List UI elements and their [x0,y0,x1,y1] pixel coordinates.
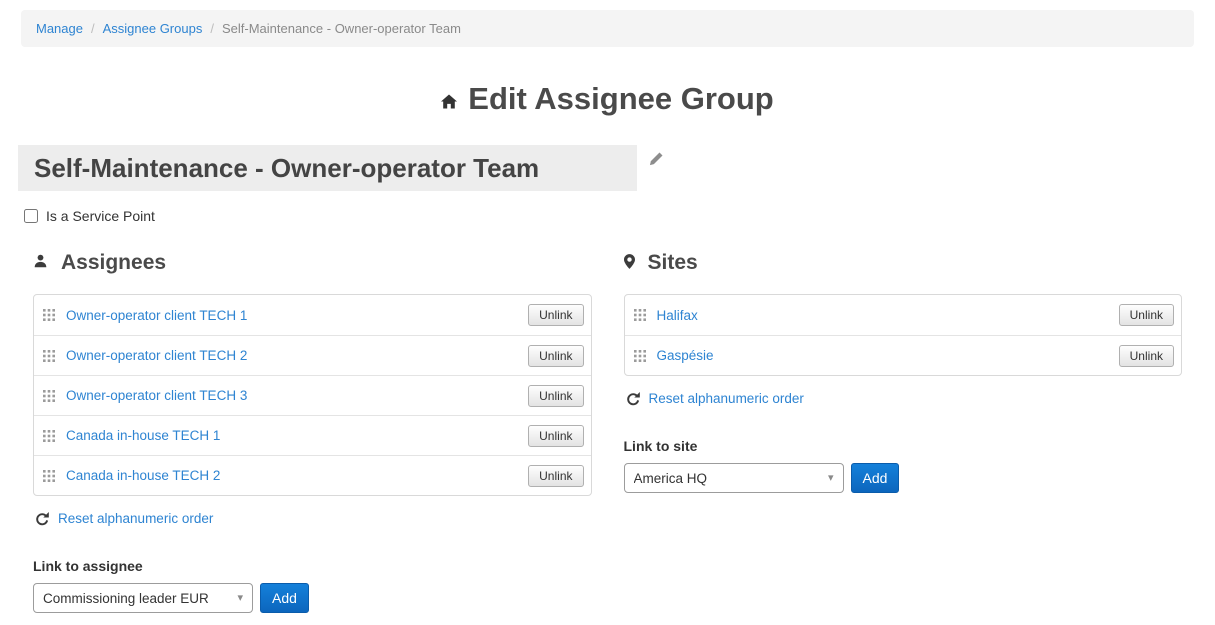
row-link[interactable]: Canada in-house TECH 2 [66,468,528,483]
unlink-button[interactable]: Unlink [528,385,583,407]
service-point-row: Is a Service Point [24,208,1215,224]
list-item: Halifax Unlink [625,295,1182,335]
unlink-button[interactable]: Unlink [528,465,583,487]
list-item: Owner-operator client TECH 3 Unlink [34,375,591,415]
page-title-text: Edit Assignee Group [468,81,773,116]
page-title: Edit Assignee Group [0,81,1215,117]
refresh-icon [35,512,49,526]
breadcrumb-current: Self-Maintenance - Owner-operator Team [222,21,461,36]
breadcrumb-separator: / [91,21,95,36]
row-link[interactable]: Halifax [657,308,1119,323]
row-link[interactable]: Owner-operator client TECH 2 [66,348,528,363]
breadcrumb: Manage / Assignee Groups / Self-Maintenance … [21,10,1194,47]
unlink-button[interactable]: Unlink [528,425,583,447]
grip-icon[interactable] [43,470,55,482]
refresh-icon [626,392,640,406]
sites-heading-text: Sites [648,251,698,275]
group-name: Self-Maintenance - Owner-operator Team [18,145,637,191]
grip-icon[interactable] [634,309,646,321]
unlink-button[interactable]: Unlink [528,345,583,367]
row-link[interactable]: Canada in-house TECH 1 [66,428,528,443]
breadcrumb-link-manage[interactable]: Manage [36,21,83,36]
list-item: Owner-operator client TECH 2 Unlink [34,335,591,375]
add-site-button[interactable]: Add [851,463,900,493]
sites-list: Halifax Unlink Gaspésie Unlink [624,294,1183,376]
link-to-site-label: Link to site [624,438,1183,454]
row-link[interactable]: Owner-operator client TECH 1 [66,308,528,323]
list-item: Owner-operator client TECH 1 Unlink [34,295,591,335]
assignee-select[interactable]: Commissioning leader EUR [33,583,253,613]
grip-icon[interactable] [43,430,55,442]
add-assignee-button[interactable]: Add [260,583,309,613]
unlink-button[interactable]: Unlink [1119,345,1174,367]
link-to-assignee-block: Link to assignee Commissioning leader EU… [33,558,592,613]
group-name-block: Self-Maintenance - Owner-operator Team [18,145,1215,191]
breadcrumb-link-assignee-groups[interactable]: Assignee Groups [103,21,203,36]
assignees-column: Assignees Owner-operator client TECH 1 U… [33,251,592,613]
sites-reset-link[interactable]: Reset alphanumeric order [649,391,804,406]
assignees-heading-text: Assignees [61,251,166,275]
sites-heading: Sites [624,251,1183,275]
service-point-label: Is a Service Point [46,208,155,224]
link-to-assignee-label: Link to assignee [33,558,592,574]
row-link[interactable]: Owner-operator client TECH 3 [66,388,528,403]
assignees-list: Owner-operator client TECH 1 Unlink Owne… [33,294,592,496]
grip-icon[interactable] [43,309,55,321]
assignees-reset-row: Reset alphanumeric order [33,511,592,526]
sites-reset-row: Reset alphanumeric order [624,391,1183,406]
site-select-wrap: America HQ ▾ [624,463,844,493]
columns: Assignees Owner-operator client TECH 1 U… [33,251,1182,613]
home-icon [441,81,457,116]
breadcrumb-separator: / [210,21,214,36]
sites-column: Sites Halifax Unlink Gaspésie Unlink Res [624,251,1183,613]
assignee-select-wrap: Commissioning leader EUR ▾ [33,583,253,613]
list-item: Canada in-house TECH 1 Unlink [34,415,591,455]
map-marker-icon [624,251,635,275]
grip-icon[interactable] [634,350,646,362]
row-link[interactable]: Gaspésie [657,348,1119,363]
unlink-button[interactable]: Unlink [528,304,583,326]
grip-icon[interactable] [43,350,55,362]
list-item: Gaspésie Unlink [625,335,1182,375]
unlink-button[interactable]: Unlink [1119,304,1174,326]
site-select[interactable]: America HQ [624,463,844,493]
service-point-checkbox[interactable] [24,209,38,223]
link-to-site-block: Link to site America HQ ▾ Add [624,438,1183,493]
grip-icon[interactable] [43,390,55,402]
list-item: Canada in-house TECH 2 Unlink [34,455,591,495]
assignees-heading: Assignees [33,251,592,275]
pencil-icon[interactable] [649,151,664,169]
assignees-reset-link[interactable]: Reset alphanumeric order [58,511,213,526]
person-icon [33,251,48,275]
